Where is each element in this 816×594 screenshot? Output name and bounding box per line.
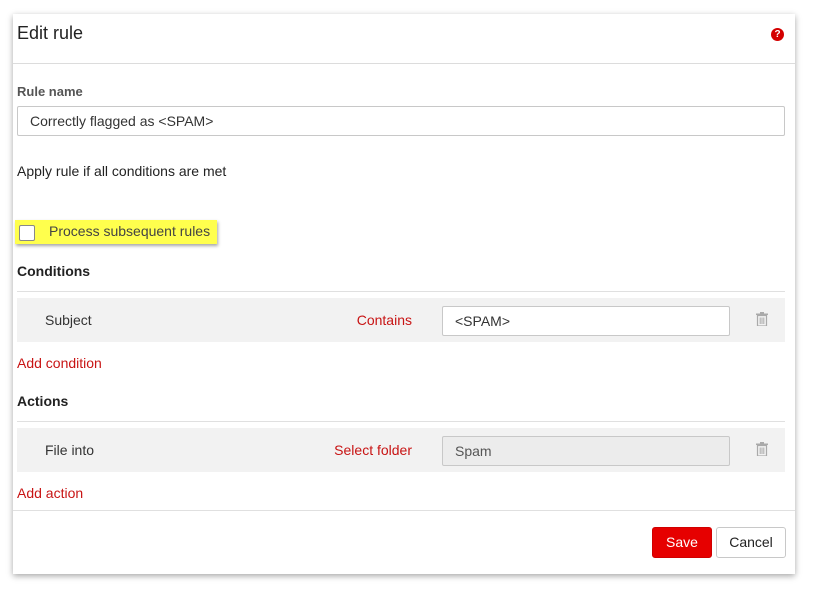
process-subsequent-rules-option[interactable]: Process subsequent rules bbox=[15, 220, 217, 244]
process-subsequent-rules-checkbox[interactable] bbox=[19, 225, 35, 241]
edit-rule-dialog: Edit rule ? Rule name Correctly flagged … bbox=[13, 14, 795, 574]
actions-heading: Actions bbox=[17, 393, 69, 409]
cancel-button[interactable]: Cancel bbox=[716, 527, 786, 558]
actions-divider bbox=[17, 421, 785, 422]
conditions-divider bbox=[17, 291, 785, 292]
trash-icon[interactable] bbox=[756, 312, 768, 326]
conditions-heading: Conditions bbox=[17, 263, 91, 279]
folder-value-input: Spam bbox=[442, 436, 730, 466]
action-type[interactable]: File into bbox=[45, 442, 94, 458]
header-divider bbox=[13, 63, 795, 64]
question-circle-icon[interactable]: ? bbox=[771, 28, 784, 41]
trash-icon[interactable] bbox=[756, 442, 768, 456]
add-action-link[interactable]: Add action bbox=[17, 485, 83, 501]
rule-name-input[interactable]: Correctly flagged as <SPAM> bbox=[17, 106, 785, 136]
select-folder-link[interactable]: Select folder bbox=[334, 442, 412, 458]
condition-row: Subject Contains <SPAM> bbox=[17, 298, 785, 342]
dialog-title: Edit rule bbox=[17, 23, 84, 43]
rule-name-label: Rule name bbox=[17, 84, 83, 99]
footer-divider bbox=[13, 510, 795, 511]
action-row: File into Select folder Spam bbox=[17, 428, 785, 472]
condition-operator[interactable]: Contains bbox=[357, 312, 412, 328]
add-condition-link[interactable]: Add condition bbox=[17, 355, 102, 371]
process-subsequent-rules-label[interactable]: Process subsequent rules bbox=[49, 223, 210, 239]
save-button[interactable]: Save bbox=[652, 527, 712, 558]
apply-rule-text: Apply rule if all conditions are met bbox=[17, 163, 227, 179]
condition-field[interactable]: Subject bbox=[45, 312, 92, 328]
condition-value-input[interactable]: <SPAM> bbox=[442, 306, 730, 336]
